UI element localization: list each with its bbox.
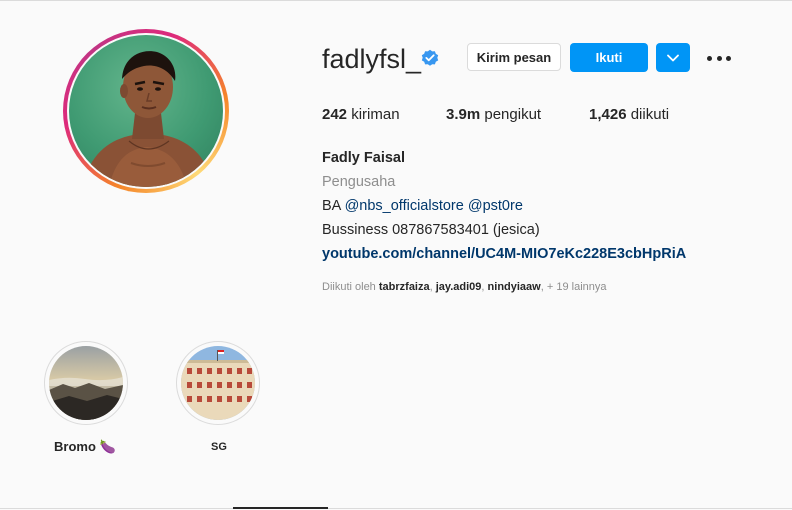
following-count-value: 1,426 bbox=[589, 106, 627, 123]
story-highlight-sg[interactable] bbox=[176, 341, 260, 425]
posts-count-label: kiriman bbox=[351, 106, 400, 123]
followers-count[interactable]: 3.9m pengikut bbox=[446, 106, 541, 123]
followed-by-user[interactable]: jay.adi09 bbox=[436, 281, 482, 293]
full-name: Fadly Faisal bbox=[322, 150, 406, 166]
followed-by-text[interactable]: Diikuti oleh tabrzfaiza, jay.adi09, nind… bbox=[322, 281, 607, 293]
followed-by-prefix: Diikuti oleh bbox=[322, 281, 376, 293]
username: fadlyfsl_ bbox=[322, 44, 422, 74]
building-image bbox=[181, 346, 255, 420]
tabs-divider bbox=[0, 508, 792, 509]
bio-ba-text: BA bbox=[322, 198, 341, 214]
highlight-cover-sg bbox=[181, 346, 255, 420]
profile-avatar-story-ring[interactable] bbox=[63, 29, 229, 193]
active-tab-indicator bbox=[233, 507, 328, 509]
profile-avatar[interactable] bbox=[69, 35, 223, 187]
profile-category: Pengusaha bbox=[322, 174, 396, 190]
posts-count-value: 242 bbox=[322, 106, 348, 123]
followed-by-user[interactable]: tabrzfaiza bbox=[379, 281, 430, 293]
eggplant-emoji-icon: 🍆 bbox=[99, 439, 116, 454]
highlight-label-bromo[interactable]: Bromo 🍆 bbox=[54, 439, 116, 455]
following-count[interactable]: 1,426 diikuti bbox=[589, 106, 669, 123]
suggested-accounts-button[interactable] bbox=[656, 43, 690, 72]
highlight-cover-bromo bbox=[49, 346, 123, 420]
bio-mention-link[interactable]: @nbs_officialstore bbox=[345, 198, 464, 214]
story-highlight-bromo[interactable] bbox=[44, 341, 128, 425]
chevron-down-icon bbox=[667, 54, 679, 61]
more-dot bbox=[726, 55, 731, 61]
more-options-icon[interactable] bbox=[707, 49, 731, 67]
send-message-button[interactable]: Kirim pesan bbox=[467, 43, 561, 71]
more-dot bbox=[707, 55, 712, 61]
posts-count: 242 kiriman bbox=[322, 106, 400, 123]
bio-mention-link[interactable]: @pst0re bbox=[468, 198, 523, 214]
bio-line-1: BA @nbs_officialstore @pst0re bbox=[322, 198, 523, 214]
more-dot bbox=[716, 55, 722, 61]
highlight-label-text: Bromo bbox=[54, 439, 96, 454]
follow-button[interactable]: Ikuti bbox=[570, 43, 648, 72]
bio-line-2: Bussiness 087867583401 (jesica) bbox=[322, 222, 540, 238]
highlight-label-sg[interactable]: SG bbox=[211, 441, 227, 453]
followers-count-label: pengikut bbox=[484, 106, 542, 123]
following-count-label: diikuti bbox=[630, 106, 670, 123]
avatar-portrait-illustration bbox=[83, 51, 213, 187]
followed-by-more[interactable]: + 19 lainnya bbox=[547, 281, 607, 293]
profile-website-link[interactable]: youtube.com/channel/UC4M-MIO7eKc228E3cbH… bbox=[322, 246, 686, 262]
followed-by-user[interactable]: nindyiaaw bbox=[488, 281, 541, 293]
followers-count-value: 3.9m bbox=[446, 106, 481, 123]
verified-badge-icon bbox=[421, 49, 439, 66]
mountain-landscape-image bbox=[49, 346, 123, 420]
top-divider bbox=[0, 0, 792, 1]
